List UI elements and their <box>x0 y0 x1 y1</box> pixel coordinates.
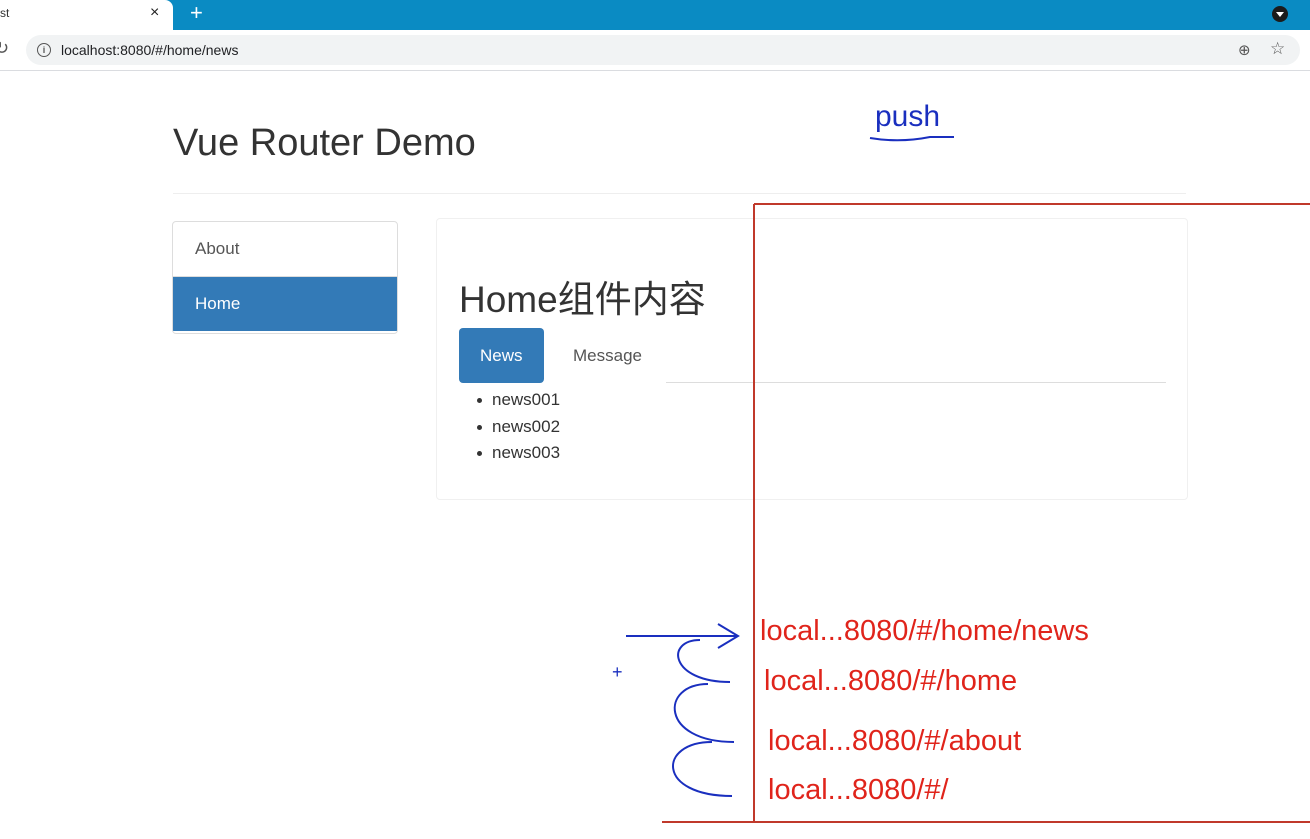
plus-mark: + <box>612 662 623 682</box>
history-loop-2 <box>673 683 735 743</box>
push-label: push <box>875 100 941 133</box>
history-entry: local...8080/#/about <box>768 725 1022 757</box>
annotation-overlay: + <box>612 136 1310 823</box>
history-entry: local...8080/#/ <box>768 774 949 806</box>
push-underline <box>869 136 954 142</box>
history-loop-3 <box>672 741 733 797</box>
history-entry: local...8080/#/home <box>764 665 1018 697</box>
history-entry: local...8080/#/home/news <box>760 615 1089 647</box>
